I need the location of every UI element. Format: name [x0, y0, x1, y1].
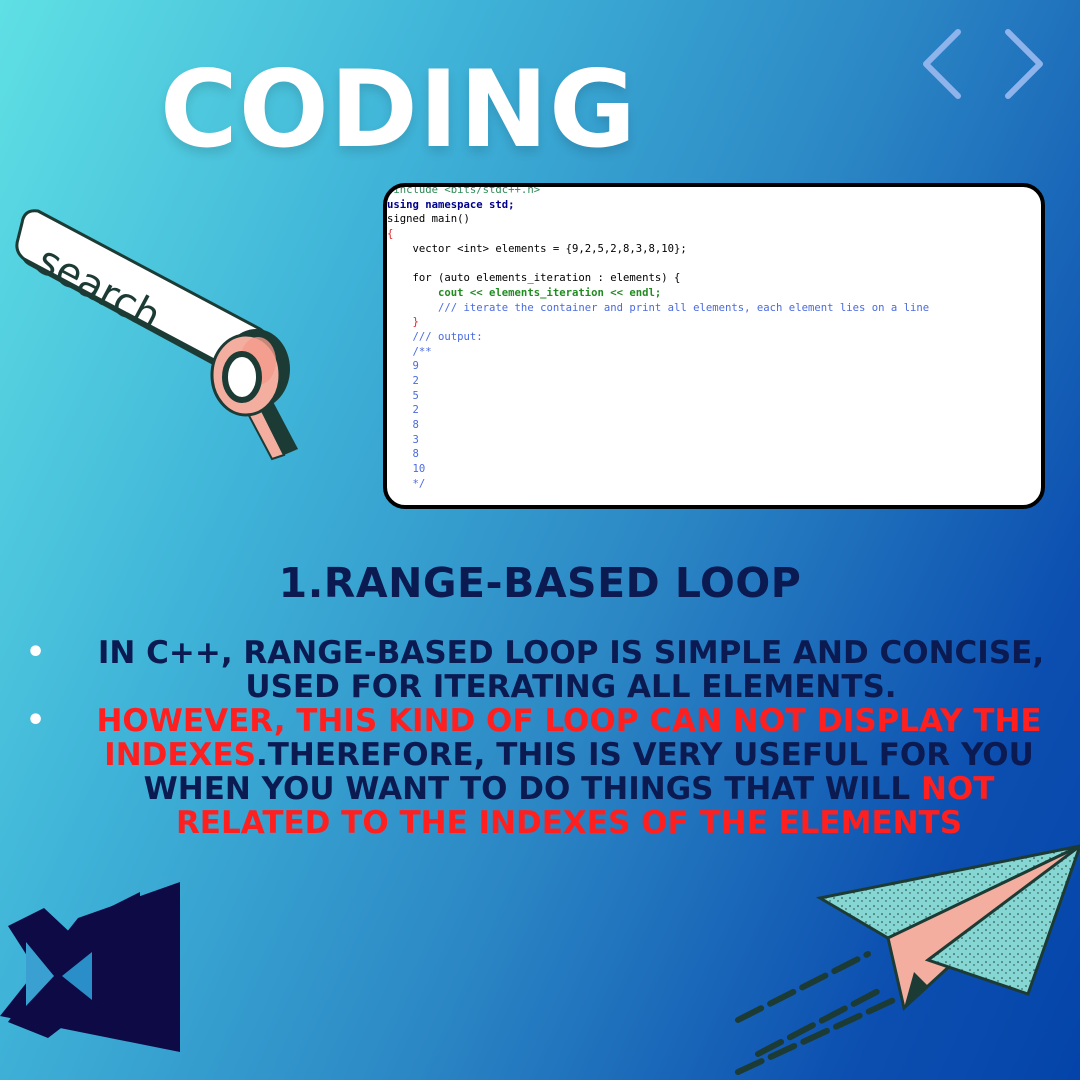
code-line-17: 8 [387, 419, 419, 431]
paper-plane-illustration [735, 844, 1080, 1075]
code-line-9: /// iterate the container and print all … [387, 301, 930, 314]
chevron-left-icon[interactable] [923, 29, 961, 99]
section-heading: 1.RANGE-BASED LOOP [278, 559, 802, 607]
bullet-list: • IN C++, RANGE-BASED LOOP IS SIMPLE AND… [0, 635, 1080, 841]
visual-studio-logo [0, 882, 180, 1052]
code-line-11: /// output: [387, 330, 483, 343]
code-line-16: 2 [387, 404, 419, 417]
search-bar-illustration: search [15, 209, 298, 461]
chevron-right-icon[interactable] [1005, 29, 1043, 99]
code-line-8: cout << elements_iteration << endl; [387, 286, 662, 299]
code-line-3: signed main() [387, 213, 470, 226]
page-title: CODING [160, 48, 638, 171]
code-line-12: /** [387, 345, 432, 358]
bullet-text: .THEREFORE, THIS IS VERY USEFUL FOR YOU … [143, 737, 1034, 807]
code-line-2: using namespace std; [387, 198, 515, 211]
bullet-item-2: • HOWEVER, THIS KIND OF LOOP CAN NOT DIS… [0, 703, 1080, 841]
code-line-7: for (auto elements_iteration : elements)… [387, 272, 681, 285]
code-line-15: 5 [387, 389, 419, 402]
code-line-14: 2 [387, 374, 419, 387]
nav-arrows [923, 29, 1043, 99]
code-snippet: #include <bits/stdc++.h> using namespace … [387, 187, 929, 491]
code-line-4: { [387, 228, 394, 241]
code-line-5: vector <int> elements = {9,2,5,2,8,3,8,1… [387, 242, 687, 255]
code-line-13: 9 [387, 360, 419, 373]
code-line-10: } [387, 316, 419, 329]
bullet-text: IN C++, RANGE-BASED LOOP IS SIMPLE AND C… [97, 635, 1045, 705]
magnifying-glass-icon [210, 329, 298, 461]
code-line-20: 10 [387, 463, 426, 476]
bullet-dot: • [26, 703, 46, 738]
code-line-19: 8 [387, 448, 419, 461]
bullet-dot: • [26, 635, 46, 670]
code-line-21: */ [387, 477, 426, 490]
bullet-item-1: • IN C++, RANGE-BASED LOOP IS SIMPLE AND… [0, 635, 1080, 705]
code-snippet-card: #include <bits/stdc++.h> using namespace … [383, 183, 1045, 509]
code-line-18: 3 [387, 433, 419, 446]
code-line-1: #include <bits/stdc++.h> [387, 184, 541, 196]
